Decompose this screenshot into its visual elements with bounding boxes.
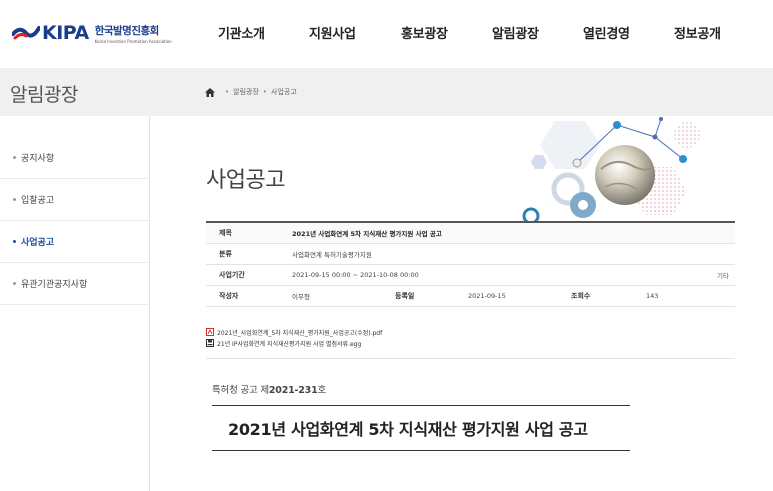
logo-mark-icon [12, 26, 40, 40]
row-category: 분류 사업화연계 특허기술평가지원 [206, 244, 735, 265]
sidebar-item-related[interactable]: 유관기관공지사항 [0, 263, 149, 305]
sidebar-item-label: 입찰공고 [21, 196, 55, 206]
sidebar-item-label: 공지사항 [21, 154, 55, 164]
document-title: 2021년 사업화연계 5차 지식재산 평가지원 사업 공고 [228, 420, 588, 439]
home-icon[interactable] [205, 87, 215, 97]
bullet-icon [13, 240, 16, 243]
globe-gears-illustration-icon [522, 117, 700, 221]
title-value: 2021년 사업화연계 5차 지식재산 평가지원 사업 공고 [292, 230, 442, 238]
section-title: 알림광장 [10, 84, 78, 106]
bullet-icon [13, 156, 16, 159]
logo-korean: 한국발명진흥회 [94, 24, 160, 37]
breadcrumb-separator: • [262, 88, 268, 96]
attachment-item[interactable]: 2021년_사업화연계_5차 지식재산_평가지원_사업공고(수정).pdf [206, 327, 735, 337]
global-nav: 기관소개 지원사업 홍보광장 알림광장 열린경영 정보공개 [218, 23, 734, 42]
logo-brand: KIPA [42, 22, 89, 44]
attachment-name[interactable]: 2021년_사업화연계_5차 지식재산_평가지원_사업공고(수정).pdf [217, 328, 382, 337]
sidebar-item-label: 사업공고 [21, 238, 55, 248]
breadcrumb-separator: • [225, 88, 230, 96]
archive-icon [206, 339, 214, 347]
nav-item-management[interactable]: 열린경영 [583, 23, 674, 42]
breadcrumb: • 알림광장 • 사업공고 [205, 87, 297, 97]
author-value: 이무형 [292, 293, 310, 301]
nav-item-notice[interactable]: 알림광장 [492, 23, 583, 42]
date-label: 등록일 [395, 292, 415, 300]
notice-suffix: 호 [317, 385, 327, 396]
breadcrumb-item[interactable]: 알림광장 [233, 87, 259, 97]
sub-visual-bar: 알림광장 • 알림광장 • 사업공고 [0, 68, 773, 116]
title-label: 제목 [219, 229, 232, 237]
nav-item-disclosure[interactable]: 정보공개 [674, 23, 734, 42]
period-label: 사업기간 [219, 271, 245, 279]
bullet-icon [13, 282, 16, 285]
sidebar: 공지사항 입찰공고 사업공고 유관기관공지사항 [0, 116, 150, 491]
date-value: 2021-09-15 [468, 292, 506, 300]
category-value: 사업화연계 특허기술평가지원 [292, 251, 372, 259]
pdf-icon [206, 328, 214, 336]
bullet-icon [13, 198, 16, 201]
attachment-list: 2021년_사업화연계_5차 지식재산_평가지원_사업공고(수정).pdf 21… [206, 327, 735, 359]
sidebar-item-label: 유관기관공지사항 [21, 280, 88, 290]
row-period: 사업기간 2021-09-15 00:00 ~ 2021-10-08 00:00… [206, 265, 735, 286]
page-title: 사업공고 [206, 168, 285, 193]
notice-number: 특허청 공고 제2021-231호 [212, 382, 326, 396]
period-value: 2021-09-15 00:00 ~ 2021-10-08 00:00 [292, 271, 419, 279]
notice-number-value: 2021-231 [268, 385, 318, 396]
attachment-name[interactable]: 21년 IP사업화연계 지식재산평가지원 사업 별첨서류.egg [217, 339, 361, 348]
notice-prefix: 특허청 공고 제 [212, 385, 269, 396]
kipa-logo[interactable]: KIPA 한국발명진흥회 Korea Invention Promotion A… [12, 22, 172, 44]
category-label: 분류 [219, 250, 232, 258]
views-value: 143 [646, 292, 659, 300]
nav-item-about[interactable]: 기관소개 [218, 23, 309, 42]
sidebar-item-business[interactable]: 사업공고 [0, 221, 149, 263]
sidebar-item-bids[interactable]: 입찰공고 [0, 179, 149, 221]
attachment-item[interactable]: 21년 IP사업화연계 지식재산평가지원 사업 별첨서류.egg [206, 338, 735, 348]
logo-english: Korea Invention Promotion Association [94, 38, 172, 44]
nav-item-pr[interactable]: 홍보광장 [401, 23, 492, 42]
author-label: 작성자 [219, 292, 239, 300]
site-header: KIPA 한국발명진흥회 Korea Invention Promotion A… [0, 0, 773, 68]
notice-detail-table: 제목 2021년 사업화연계 5차 지식재산 평가지원 사업 공고 분류 사업화… [206, 221, 735, 307]
period-extra: 기타 [717, 272, 729, 280]
views-label: 조회수 [571, 292, 591, 300]
row-meta: 작성자 이무형 등록일 2021-09-15 조회수 143 [206, 286, 735, 307]
breadcrumb-item-current[interactable]: 사업공고 [271, 87, 297, 97]
sidebar-item-notices[interactable]: 공지사항 [0, 137, 149, 179]
document-title-box: 2021년 사업화연계 5차 지식재산 평가지원 사업 공고 [212, 405, 630, 451]
nav-item-support[interactable]: 지원사업 [309, 23, 401, 42]
row-title: 제목 2021년 사업화연계 5차 지식재산 평가지원 사업 공고 [206, 223, 735, 244]
